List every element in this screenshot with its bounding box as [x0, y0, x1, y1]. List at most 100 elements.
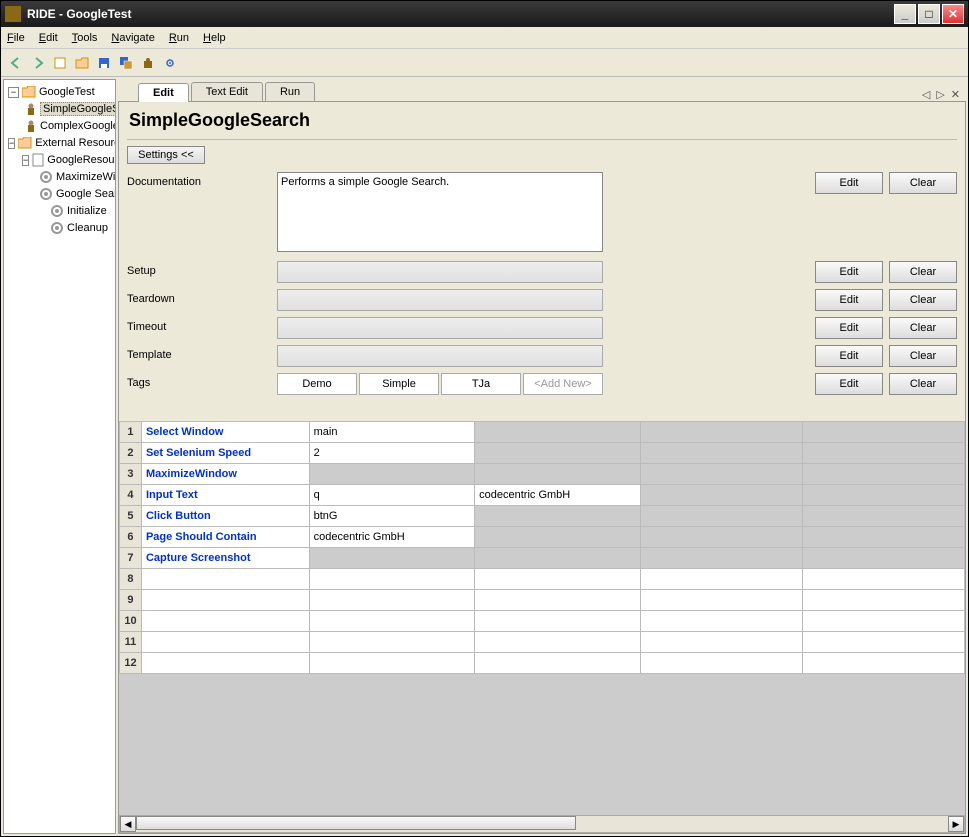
table-row[interactable]: 2Set Selenium Speed2	[120, 443, 965, 464]
arg-cell[interactable]	[309, 569, 475, 590]
horizontal-scrollbar[interactable]: ◀ ▶	[119, 815, 965, 833]
row-number[interactable]: 1	[120, 422, 142, 443]
table-row[interactable]: 10	[120, 611, 965, 632]
arg-cell[interactable]	[475, 464, 641, 485]
arg-cell[interactable]	[640, 506, 802, 527]
arg-cell[interactable]	[309, 590, 475, 611]
teardown-clear-button[interactable]: Clear	[889, 289, 957, 311]
keyword-cell[interactable]	[141, 632, 309, 653]
collapse-icon[interactable]: −	[8, 87, 19, 98]
arg-cell[interactable]	[475, 653, 641, 674]
row-number[interactable]: 7	[120, 548, 142, 569]
tags-clear-button[interactable]: Clear	[889, 373, 957, 395]
menu-edit[interactable]: Edit	[39, 32, 58, 44]
keyword-cell[interactable]: Input Text	[141, 485, 309, 506]
tree-keyword-googlesearch[interactable]: Google Search	[8, 186, 111, 202]
tree-external-resources[interactable]: − External Resources	[8, 135, 111, 151]
table-row[interactable]: 8	[120, 569, 965, 590]
tab-edit[interactable]: Edit	[138, 83, 189, 102]
arg-cell[interactable]	[802, 443, 964, 464]
documentation-edit-button[interactable]: Edit	[815, 172, 883, 194]
arg-cell[interactable]	[802, 632, 964, 653]
tab-prev-icon[interactable]: ◁	[922, 88, 930, 101]
arg-cell[interactable]	[802, 590, 964, 611]
collapse-icon[interactable]: −	[22, 155, 29, 166]
keyword-cell[interactable]	[141, 569, 309, 590]
close-button[interactable]: ✕	[942, 4, 964, 24]
arg-cell[interactable]: q	[309, 485, 475, 506]
menu-file[interactable]: File	[7, 32, 25, 44]
arg-cell[interactable]	[640, 590, 802, 611]
table-row[interactable]: 9	[120, 590, 965, 611]
arg-cell[interactable]	[309, 632, 475, 653]
table-row[interactable]: 12	[120, 653, 965, 674]
menu-help[interactable]: Help	[203, 32, 226, 44]
documentation-clear-button[interactable]: Clear	[889, 172, 957, 194]
setup-clear-button[interactable]: Clear	[889, 261, 957, 283]
arg-cell[interactable]	[640, 527, 802, 548]
arg-cell[interactable]	[802, 548, 964, 569]
open-icon[interactable]	[73, 54, 91, 72]
timeout-field[interactable]	[277, 317, 603, 339]
table-row[interactable]: 7Capture Screenshot	[120, 548, 965, 569]
template-edit-button[interactable]: Edit	[815, 345, 883, 367]
scroll-left-icon[interactable]: ◀	[120, 816, 136, 832]
row-number[interactable]: 12	[120, 653, 142, 674]
template-field[interactable]	[277, 345, 603, 367]
saveall-icon[interactable]	[117, 54, 135, 72]
arg-cell[interactable]	[802, 569, 964, 590]
keyword-cell[interactable]: Select Window	[141, 422, 309, 443]
settings-toggle-button[interactable]: Settings <<	[127, 146, 205, 164]
tag-item[interactable]: Simple	[359, 373, 439, 395]
table-row[interactable]: 4Input Textqcodecentric GmbH	[120, 485, 965, 506]
arg-cell[interactable]	[640, 485, 802, 506]
timeout-edit-button[interactable]: Edit	[815, 317, 883, 339]
table-row[interactable]: 11	[120, 632, 965, 653]
arg-cell[interactable]	[640, 443, 802, 464]
tree-panel[interactable]: − GoogleTest SimpleGoogleSearch ComplexG…	[3, 79, 116, 834]
tree-testcase-complexgooglesearch[interactable]: ComplexGoogleSearch	[8, 118, 111, 134]
keyword-cell[interactable]: Click Button	[141, 506, 309, 527]
row-number[interactable]: 3	[120, 464, 142, 485]
arg-cell[interactable]	[475, 506, 641, 527]
tab-close-icon[interactable]: ✕	[951, 88, 960, 101]
menu-navigate[interactable]: Navigate	[111, 32, 154, 44]
arg-cell[interactable]	[802, 527, 964, 548]
arg-cell[interactable]	[309, 653, 475, 674]
arg-cell[interactable]	[640, 548, 802, 569]
tree-testcase-simplegooglesearch[interactable]: SimpleGoogleSearch	[8, 101, 111, 117]
arg-cell[interactable]	[640, 422, 802, 443]
arg-cell[interactable]	[475, 611, 641, 632]
menu-tools[interactable]: Tools	[72, 32, 98, 44]
arg-cell[interactable]	[640, 464, 802, 485]
keyword-cell[interactable]	[141, 653, 309, 674]
keyword-cell[interactable]	[141, 590, 309, 611]
setup-field[interactable]	[277, 261, 603, 283]
arg-cell[interactable]	[640, 653, 802, 674]
table-row[interactable]: 1Select Windowmain	[120, 422, 965, 443]
row-number[interactable]: 6	[120, 527, 142, 548]
row-number[interactable]: 11	[120, 632, 142, 653]
arg-cell[interactable]: main	[309, 422, 475, 443]
arg-cell[interactable]	[802, 485, 964, 506]
maximize-button[interactable]: □	[918, 4, 940, 24]
arg-cell[interactable]: 2	[309, 443, 475, 464]
setup-edit-button[interactable]: Edit	[815, 261, 883, 283]
arg-cell[interactable]	[309, 548, 475, 569]
row-number[interactable]: 2	[120, 443, 142, 464]
arg-cell[interactable]	[640, 632, 802, 653]
arg-cell[interactable]	[802, 506, 964, 527]
row-number[interactable]: 5	[120, 506, 142, 527]
arg-cell[interactable]	[475, 527, 641, 548]
tab-run[interactable]: Run	[265, 82, 315, 101]
back-icon[interactable]	[7, 54, 25, 72]
tag-item[interactable]: Demo	[277, 373, 357, 395]
menu-run[interactable]: Run	[169, 32, 189, 44]
minimize-button[interactable]: _	[894, 4, 916, 24]
keyword-cell[interactable]: Page Should Contain	[141, 527, 309, 548]
arg-cell[interactable]	[802, 422, 964, 443]
tree-keyword-cleanup[interactable]: Cleanup	[8, 220, 111, 236]
tab-next-icon[interactable]: ▷	[936, 88, 944, 101]
row-number[interactable]: 9	[120, 590, 142, 611]
new-icon[interactable]	[51, 54, 69, 72]
